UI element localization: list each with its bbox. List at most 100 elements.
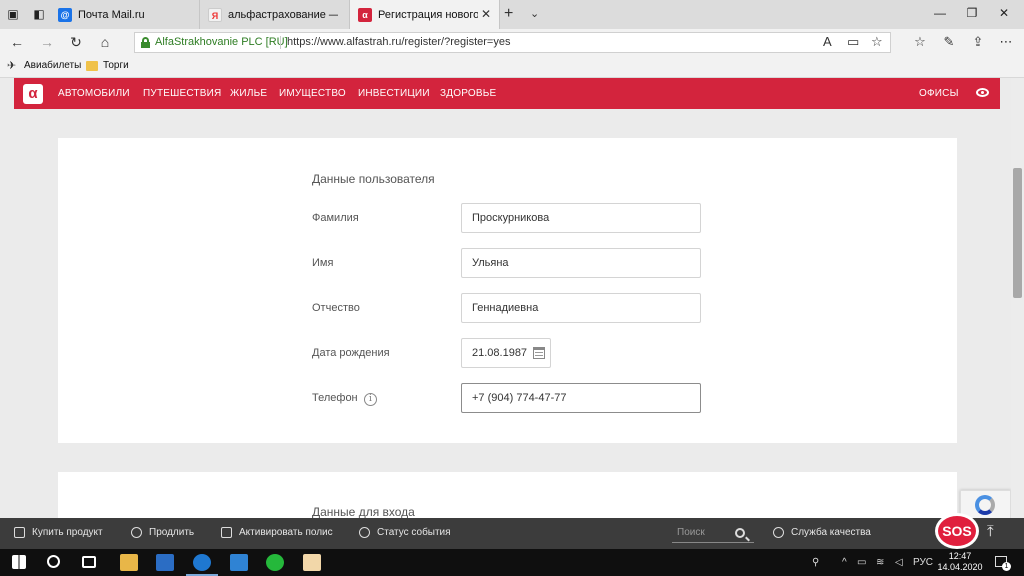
quality-service-button[interactable]: Служба качества [773, 527, 871, 538]
home-icon[interactable]: ⌂ [96, 34, 114, 50]
url-field[interactable]: AlfaStrakhovanie PLC [RU] https://www.al… [134, 32, 891, 53]
birth-date-value: 21.08.1987 [472, 347, 528, 359]
yandex-favicon-icon: Я [208, 7, 222, 22]
volume-icon[interactable]: ◁ [895, 557, 903, 568]
nav-link-offices[interactable]: ОФИСЫ [919, 88, 959, 99]
favorite-item-aviabilety[interactable]: ✈ Авиабилеты [7, 60, 81, 71]
nav-link-cars[interactable]: АВТОМОБИЛИ [58, 88, 130, 99]
recaptcha-badge[interactable] [960, 490, 1011, 518]
bottom-bar-label: Продлить [149, 527, 195, 538]
share-icon[interactable]: ⇪ [969, 34, 987, 50]
search-icon[interactable] [735, 528, 745, 538]
calendar-icon[interactable] [533, 347, 545, 359]
new-tab-button[interactable]: + [504, 5, 513, 23]
mail-favicon-icon: @ [58, 7, 72, 22]
section-title-user-data: Данные пользователя [312, 172, 435, 186]
tab-yandex[interactable]: Я альфастрахование — Янде [200, 0, 350, 29]
eye-icon[interactable] [976, 88, 989, 97]
patronymic-field[interactable]: Геннадиевна [461, 293, 701, 323]
system-clock[interactable]: 12:47 14.04.2020 [937, 551, 983, 573]
tab-mail[interactable]: @ Почта Mail.ru [50, 0, 200, 29]
event-status-button[interactable]: Статус события [359, 527, 451, 538]
sos-button[interactable]: SOS [935, 513, 979, 549]
tab-title: Регистрация нового пс [378, 8, 478, 21]
close-window-button[interactable]: ✕ [994, 6, 1014, 20]
nav-link-property[interactable]: ИМУЩЕСТВО [279, 88, 346, 99]
nav-link-health[interactable]: ЗДОРОВЬЕ [440, 88, 496, 99]
site-bottom-bar: Купить продукт Продлить Активировать пол… [0, 518, 1024, 549]
headset-icon [773, 527, 784, 538]
edge-icon[interactable] [193, 554, 211, 571]
windows-start-icon[interactable] [12, 555, 26, 569]
page-viewport: α АВТОМОБИЛИ ПУТЕШЕСТВИЯ ЖИЛЬЕ ИМУЩЕСТВО… [0, 78, 1011, 518]
recaptcha-icon [975, 495, 995, 515]
buy-product-button[interactable]: Купить продукт [14, 527, 103, 538]
favorite-item-torgi[interactable]: Торги [86, 60, 129, 71]
favorite-star-icon[interactable]: ☆ [871, 34, 883, 50]
info-icon[interactable]: i [364, 393, 377, 406]
tab-registration[interactable]: α Регистрация нового пс ✕ [350, 0, 500, 29]
whatsapp-icon[interactable] [266, 554, 284, 571]
chevron-down-icon[interactable]: ⌄ [530, 7, 539, 20]
birth-date-field[interactable]: 21.08.1987 [461, 338, 551, 368]
nav-link-housing[interactable]: ЖИЛЬЕ [230, 88, 267, 99]
first-name-field[interactable]: Ульяна [461, 248, 701, 278]
favorites-list-icon[interactable]: ☆ [911, 34, 929, 50]
search-icon[interactable] [47, 555, 60, 568]
read-aloud-icon[interactable]: A [823, 34, 832, 49]
label-birth-date: Дата рождения [312, 347, 390, 359]
url-text[interactable]: https://www.alfastrah.ru/register/?regis… [287, 36, 510, 48]
scrollbar-thumb[interactable] [1013, 168, 1022, 298]
wifi-icon[interactable]: ≋ [876, 557, 884, 568]
favorite-label: Авиабилеты [24, 60, 82, 71]
file-explorer-icon[interactable] [120, 554, 138, 571]
tab-title: Почта Mail.ru [78, 8, 145, 21]
favorite-label: Торги [103, 60, 129, 71]
scroll-to-top-icon[interactable]: ⤒ [987, 523, 994, 540]
document-icon [221, 527, 232, 538]
maximize-button[interactable]: ❐ [962, 6, 982, 20]
label-first-name: Имя [312, 257, 334, 269]
minimize-button[interactable]: — [930, 6, 950, 20]
label-phone: Телефон [312, 392, 358, 404]
language-indicator[interactable]: РУС [913, 557, 933, 568]
renew-button[interactable]: Продлить [131, 527, 194, 538]
more-menu-icon[interactable]: ⋯ [997, 34, 1015, 50]
page-scrollbar[interactable] [1011, 78, 1024, 518]
reading-view-icon[interactable]: ▭ [847, 34, 859, 50]
lock-icon [141, 37, 150, 48]
certificate-label[interactable]: AlfaStrakhovanie PLC [RU] [155, 36, 288, 48]
notification-badge: 1 [1002, 562, 1011, 571]
notes-pen-icon[interactable]: ✎ [940, 34, 958, 50]
back-arrow-icon[interactable]: ← [8, 34, 26, 50]
site-top-nav: α АВТОМОБИЛИ ПУТЕШЕСТВИЯ ЖИЛЬЕ ИМУЩЕСТВО… [14, 78, 1000, 109]
nav-link-travel[interactable]: ПУТЕШЕСТВИЯ [143, 88, 221, 99]
cart-icon [14, 527, 25, 538]
battery-icon[interactable]: ▭ [857, 557, 866, 568]
bottom-bar-label: Активировать полис [239, 527, 333, 538]
task-view-icon[interactable] [82, 556, 96, 568]
folder-icon [86, 60, 98, 71]
activate-policy-button[interactable]: Активировать полис [221, 527, 333, 538]
forward-arrow-icon[interactable]: → [38, 34, 56, 50]
label-patronymic: Отчество [312, 302, 360, 314]
user-data-card: Данные пользователя Фамилия Проскурников… [58, 138, 957, 443]
bottom-bar-label: Служба качества [791, 527, 871, 538]
tray-chevron-icon[interactable]: ^ [842, 557, 847, 568]
refresh-icon[interactable]: ↻ [67, 34, 85, 51]
store-icon[interactable] [156, 554, 174, 571]
phone-field[interactable]: +7 (904) 774-47-77 [461, 383, 701, 413]
bottom-bar-label: Статус события [377, 527, 451, 538]
close-tab-icon[interactable]: ✕ [481, 7, 491, 21]
people-icon[interactable]: ⚲ [812, 557, 819, 568]
bottom-bar-label: Купить продукт [32, 527, 103, 538]
mail-icon[interactable] [230, 554, 248, 571]
alfa-logo[interactable]: α [23, 84, 43, 104]
surname-field[interactable]: Проскурникова [461, 203, 701, 233]
nav-link-investments[interactable]: ИНВЕСТИЦИИ [358, 88, 430, 99]
document-app-icon[interactable] [303, 554, 321, 571]
section-title-login-data: Данные для входа [312, 505, 415, 518]
tab-actions-icon[interactable]: ▣ [6, 7, 20, 21]
tab-preview-icon[interactable]: ◧ [32, 7, 46, 21]
plane-icon: ✈ [7, 59, 17, 72]
